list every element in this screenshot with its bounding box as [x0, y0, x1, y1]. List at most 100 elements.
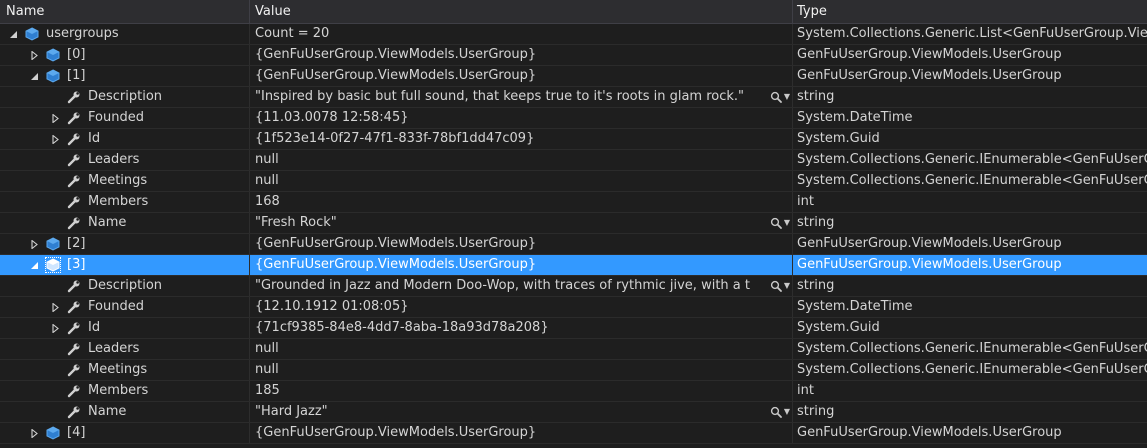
watch-row[interactable]: Leaders null System.Collections.Generic.IE… — [0, 150, 1147, 171]
variable-type: System.Guid — [797, 320, 880, 335]
name-cell: Meetings — [0, 360, 250, 380]
watch-row[interactable]: Members 185 int — [0, 381, 1147, 402]
variable-type: System.Collections.Generic.IEnumerable<G… — [797, 362, 1147, 377]
text-visualizer-icon[interactable]: ▼ — [770, 87, 790, 107]
expander-placeholder — [48, 342, 62, 356]
type-cell: string — [793, 87, 1147, 107]
value-cell[interactable]: null — [250, 150, 793, 170]
variable-value: {GenFuUserGroup.ViewModels.UserGroup} — [255, 236, 537, 251]
type-cell: System.Collections.Generic.IEnumerable<G… — [793, 171, 1147, 191]
visualizer-dropdown-icon[interactable]: ▼ — [784, 276, 790, 296]
watch-row[interactable]: [1] {GenFuUserGroup.ViewModels.UserGroup}… — [0, 66, 1147, 87]
name-cell: Members — [0, 381, 250, 401]
watch-row[interactable]: Founded {11.03.0078 12:58:45} System.DateT… — [0, 108, 1147, 129]
name-cell: usergroups — [0, 24, 250, 44]
collapse-arrow-icon[interactable] — [27, 69, 41, 83]
value-cell[interactable]: Count = 20 — [250, 24, 793, 44]
watch-row[interactable]: Members 168 int — [0, 192, 1147, 213]
value-cell[interactable]: {11.03.0078 12:58:45} — [250, 108, 793, 128]
watch-row[interactable]: Founded {12.10.1912 01:08:05} System.DateT… — [0, 297, 1147, 318]
value-cell[interactable]: {12.10.1912 01:08:05} — [250, 297, 793, 317]
type-cell: string — [793, 213, 1147, 233]
wrench-icon — [66, 173, 82, 189]
watch-row[interactable]: [2] {GenFuUserGroup.ViewModels.UserGroup}… — [0, 234, 1147, 255]
value-cell[interactable]: "Fresh Rock" ▼ — [250, 213, 793, 233]
expand-arrow-icon[interactable] — [48, 111, 62, 125]
expander-placeholder — [48, 405, 62, 419]
watch-row[interactable]: Meetings null System.Collections.Generic.I… — [0, 171, 1147, 192]
type-cell: int — [793, 192, 1147, 212]
watch-row[interactable]: [3] {GenFuUserGroup.ViewModels.UserGroup}… — [0, 255, 1147, 276]
value-cell[interactable]: 168 — [250, 192, 793, 212]
type-cell: string — [793, 402, 1147, 422]
text-visualizer-icon[interactable]: ▼ — [770, 402, 790, 422]
value-column-header[interactable]: Value — [250, 0, 793, 23]
collapse-arrow-icon[interactable] — [27, 258, 41, 272]
expand-arrow-icon[interactable] — [48, 132, 62, 146]
watch-row[interactable]: Description "Inspired by basic but full s… — [0, 87, 1147, 108]
watch-row[interactable]: Description "Grounded in Jazz and Modern … — [0, 276, 1147, 297]
name-column-header[interactable]: Name — [0, 0, 250, 23]
wrench-icon — [66, 383, 82, 399]
variable-tree: usergroups Count = 20 System.Collections.G… — [0, 24, 1147, 444]
value-cell[interactable]: {GenFuUserGroup.ViewModels.UserGroup} — [250, 234, 793, 254]
watch-window: Name Value Type usergroups Count = 20 Syst… — [0, 0, 1147, 448]
value-cell[interactable]: null — [250, 171, 793, 191]
type-column-header[interactable]: Type — [793, 0, 1147, 23]
value-cell[interactable]: {GenFuUserGroup.ViewModels.UserGroup} — [250, 255, 793, 275]
variable-name: Members — [88, 194, 149, 209]
wrench-icon — [66, 404, 82, 420]
object-icon — [45, 425, 61, 441]
wrench-icon — [66, 152, 82, 168]
variable-name: [3] — [67, 257, 86, 272]
text-visualizer-icon[interactable]: ▼ — [770, 213, 790, 233]
value-cell[interactable]: {71cf9385-84e8-4dd7-8aba-18a93d78a208} — [250, 318, 793, 338]
variable-type: string — [797, 278, 835, 293]
value-cell[interactable]: null — [250, 339, 793, 359]
expand-arrow-icon[interactable] — [27, 426, 41, 440]
value-cell[interactable]: 185 — [250, 381, 793, 401]
expand-arrow-icon[interactable] — [27, 237, 41, 251]
watch-row[interactable]: [4] {GenFuUserGroup.ViewModels.UserGroup}… — [0, 423, 1147, 444]
watch-row[interactable]: Id {71cf9385-84e8-4dd7-8aba-18a93d78a208}… — [0, 318, 1147, 339]
watch-row[interactable]: usergroups Count = 20 System.Collections.G… — [0, 24, 1147, 45]
wrench-icon — [66, 215, 82, 231]
text-visualizer-icon[interactable]: ▼ — [770, 276, 790, 296]
value-cell[interactable]: "Inspired by basic but full sound, that … — [250, 87, 793, 107]
value-cell[interactable]: {1f523e14-0f27-47f1-833f-78bf1dd47c09} — [250, 129, 793, 149]
variable-name: Members — [88, 383, 149, 398]
expander-placeholder — [48, 384, 62, 398]
visualizer-dropdown-icon[interactable]: ▼ — [784, 87, 790, 107]
watch-row[interactable]: Name "Hard Jazz" ▼ string — [0, 402, 1147, 423]
watch-row[interactable]: Meetings null System.Collections.Generic.I… — [0, 360, 1147, 381]
value-cell[interactable]: "Hard Jazz" ▼ — [250, 402, 793, 422]
value-cell[interactable]: {GenFuUserGroup.ViewModels.UserGroup} — [250, 66, 793, 86]
visualizer-dropdown-icon[interactable]: ▼ — [784, 213, 790, 233]
object-icon — [45, 257, 61, 273]
value-cell[interactable]: {GenFuUserGroup.ViewModels.UserGroup} — [250, 45, 793, 65]
object-icon — [45, 236, 61, 252]
expand-arrow-icon[interactable] — [27, 48, 41, 62]
variable-value: null — [255, 362, 279, 377]
type-cell: GenFuUserGroup.ViewModels.UserGroup — [793, 45, 1147, 65]
value-cell[interactable]: "Grounded in Jazz and Modern Doo-Wop, wi… — [250, 276, 793, 296]
watch-row[interactable]: [0] {GenFuUserGroup.ViewModels.UserGroup}… — [0, 45, 1147, 66]
expander-placeholder — [48, 195, 62, 209]
watch-row[interactable]: Name "Fresh Rock" ▼ string — [0, 213, 1147, 234]
watch-row[interactable]: Leaders null System.Collections.Generic.IE… — [0, 339, 1147, 360]
variable-value: 185 — [255, 383, 280, 398]
visualizer-dropdown-icon[interactable]: ▼ — [784, 402, 790, 422]
type-cell: System.Collections.Generic.IEnumerable<G… — [793, 150, 1147, 170]
variable-value: {GenFuUserGroup.ViewModels.UserGroup} — [255, 47, 537, 62]
variable-type: string — [797, 404, 835, 419]
variable-type: System.Collections.Generic.IEnumerable<G… — [797, 341, 1147, 356]
name-cell: Name — [0, 213, 250, 233]
watch-row[interactable]: Id {1f523e14-0f27-47f1-833f-78bf1dd47c09}… — [0, 129, 1147, 150]
name-cell: Name — [0, 402, 250, 422]
value-cell[interactable]: {GenFuUserGroup.ViewModels.UserGroup} — [250, 423, 793, 443]
expand-arrow-icon[interactable] — [48, 321, 62, 335]
expand-arrow-icon[interactable] — [48, 300, 62, 314]
value-cell[interactable]: null — [250, 360, 793, 380]
collapse-arrow-icon[interactable] — [6, 27, 20, 41]
name-cell: Meetings — [0, 171, 250, 191]
